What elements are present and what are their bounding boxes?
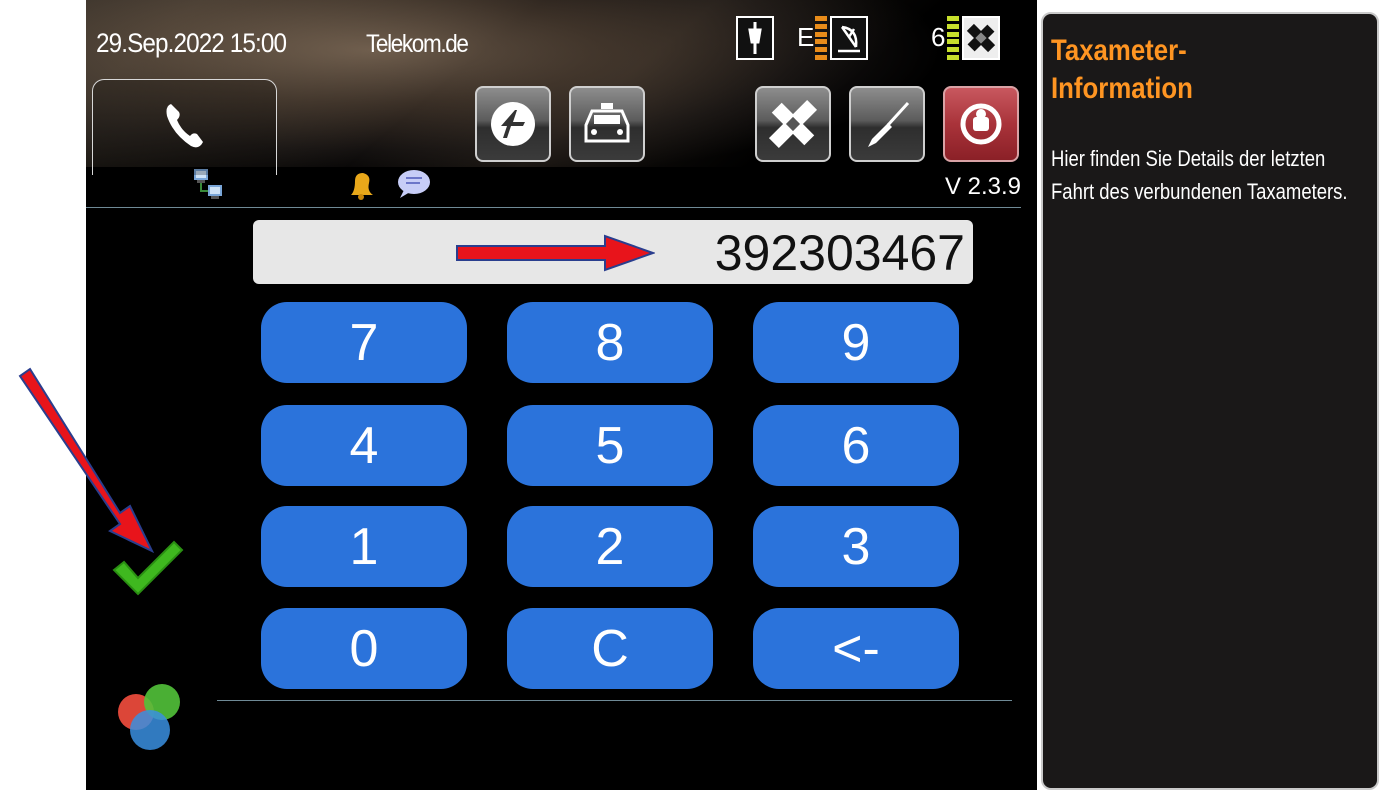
panel-title: Taxameter-Information	[1051, 34, 1193, 105]
network-name: Telekom.de	[366, 30, 469, 58]
network-signal-bars	[815, 16, 827, 60]
key-0[interactable]: 0	[261, 608, 467, 689]
taxi-icon	[584, 103, 630, 143]
red-arrow-diagonal-icon	[18, 367, 155, 554]
color-scheme-button[interactable]	[110, 680, 190, 754]
divider-top	[86, 207, 1021, 208]
key-5[interactable]: 5	[507, 405, 713, 486]
key-2[interactable]: 2	[507, 506, 713, 587]
panel-description: Hier finden Sie Details der letzten Fahr…	[1051, 146, 1348, 204]
divider-bottom	[217, 700, 1012, 701]
taximeter-screen: 29.Sep.2022 15:00 Telekom.de E 6 V 2.3.9…	[86, 0, 1037, 790]
key-8[interactable]: 8	[507, 302, 713, 383]
gps-signal-bars	[947, 16, 959, 60]
key-7[interactable]: 7	[261, 302, 467, 383]
key-9[interactable]: 9	[753, 302, 959, 383]
satellite-button[interactable]	[755, 86, 831, 162]
logout-button[interactable]	[943, 86, 1019, 162]
key-3[interactable]: 3	[753, 506, 959, 587]
info-side-panel: Taxameter-Information Hier finden Sie De…	[1041, 12, 1379, 790]
header-background: 29.Sep.2022 15:00 Telekom.de E 6	[86, 0, 1037, 175]
message-bubble-icon	[398, 170, 430, 198]
phone-icon	[166, 104, 203, 148]
key-1[interactable]: 1	[261, 506, 467, 587]
key-backspace[interactable]: <-	[753, 608, 959, 689]
key-6[interactable]: 6	[753, 405, 959, 486]
display-value: 392303467	[714, 225, 965, 281]
taxi-button[interactable]	[569, 86, 645, 162]
connection-plug-icon	[736, 16, 774, 60]
dispatch-button[interactable]	[475, 86, 551, 162]
dispatch-icon	[491, 102, 535, 146]
screwdriver-icon	[868, 101, 910, 147]
key-clear[interactable]: C	[507, 608, 713, 689]
gps-satellite-icon	[962, 16, 1000, 60]
number-display: 392303467	[253, 220, 973, 284]
antenna-icon	[830, 16, 868, 60]
tools-button[interactable]	[849, 86, 925, 162]
gps-satellite-count: 6	[931, 22, 946, 52]
red-arrow-right-icon	[456, 234, 655, 272]
version-label: V 2.3.9	[944, 173, 1021, 200]
power-user-icon	[960, 103, 1002, 145]
network-type-label: E	[797, 22, 815, 52]
status-datetime: 29.Sep.2022 15:00	[96, 28, 287, 58]
satellite-icon	[768, 99, 818, 149]
phone-tab[interactable]	[92, 79, 277, 175]
key-4[interactable]: 4	[261, 405, 467, 486]
bell-icon	[351, 173, 373, 200]
